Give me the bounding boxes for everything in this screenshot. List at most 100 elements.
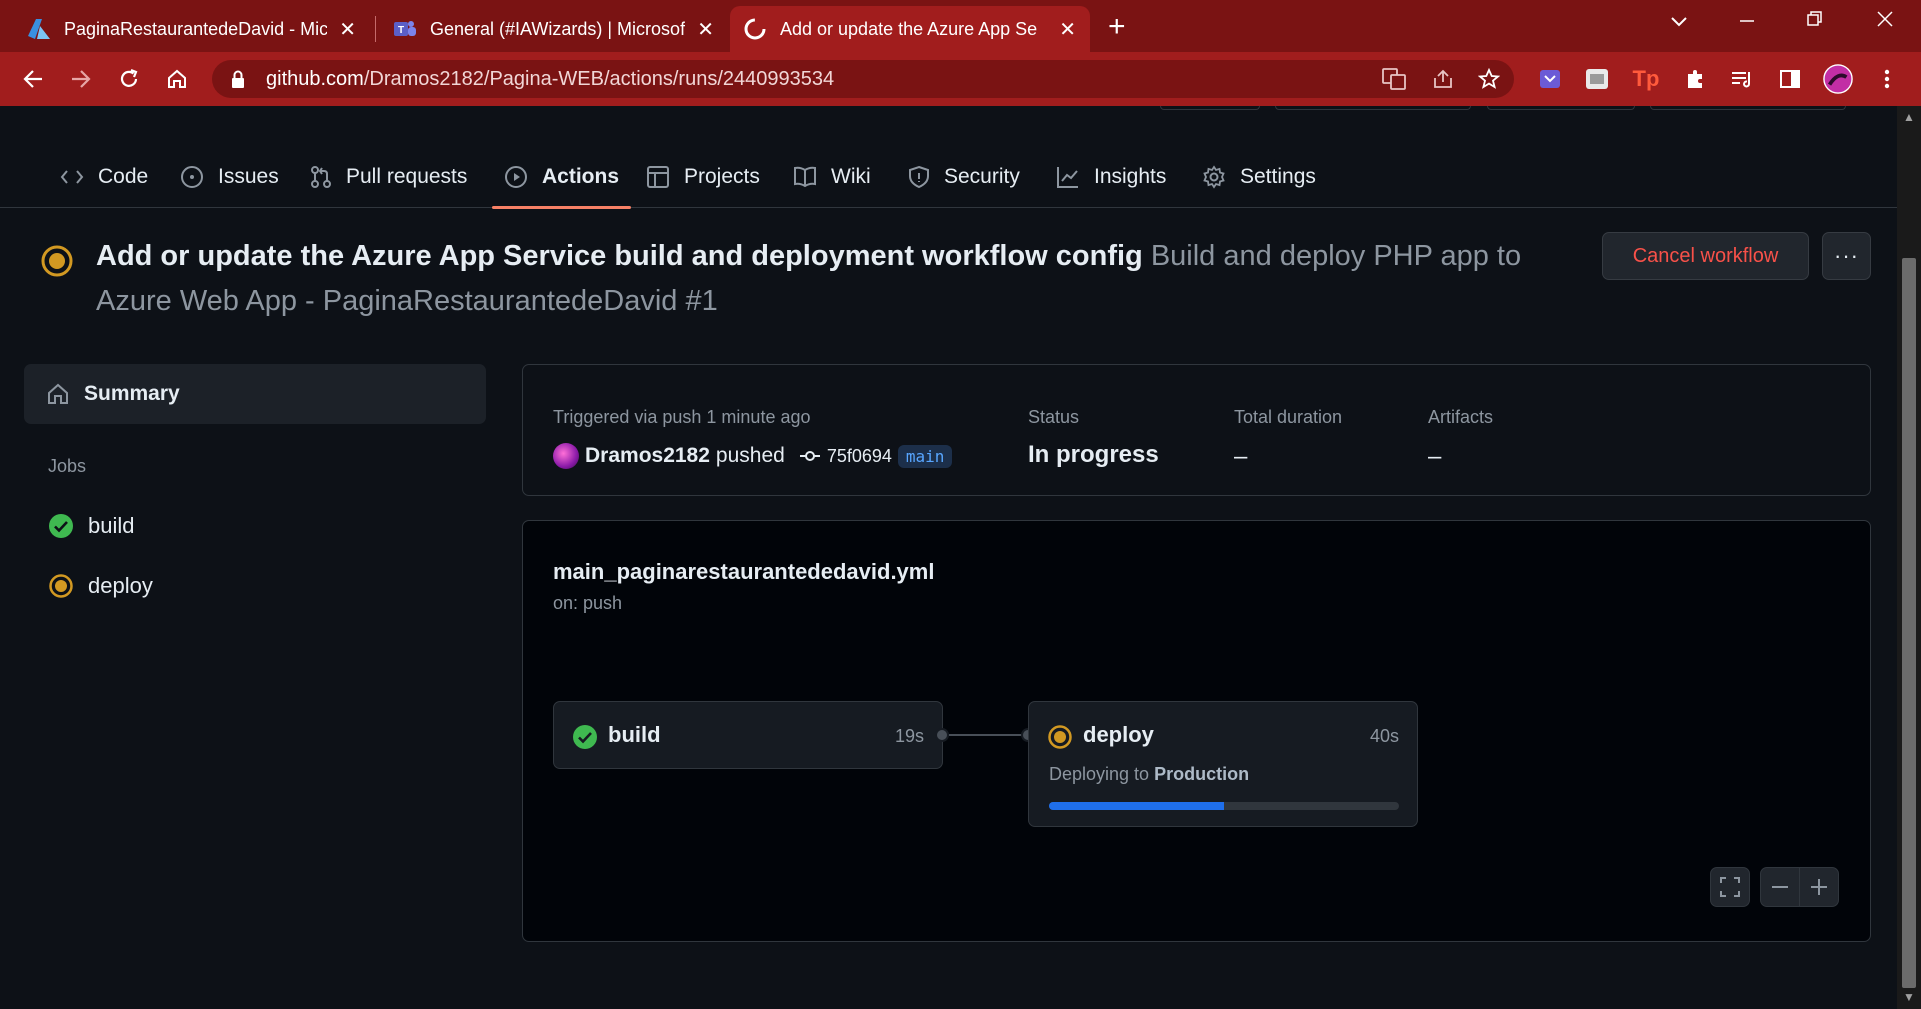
status-label: Status bbox=[1028, 407, 1080, 427]
code-icon bbox=[60, 170, 84, 184]
tab-label: Projects bbox=[684, 165, 760, 188]
reload-icon[interactable] bbox=[112, 62, 146, 96]
side-panel-icon[interactable] bbox=[1775, 64, 1805, 94]
trigger-row: Dramos2182 pushed 75f0694 main bbox=[553, 443, 953, 469]
run-summary-box: Triggered via push 1 minute ago Dramos21… bbox=[522, 364, 1871, 496]
play-icon bbox=[505, 166, 527, 188]
minimize-icon[interactable] bbox=[1738, 8, 1756, 34]
tab-settings[interactable]: Settings bbox=[1202, 146, 1316, 208]
tab-security[interactable]: Security bbox=[908, 146, 1020, 208]
bookmark-star-icon[interactable] bbox=[1477, 67, 1501, 95]
scrollbar-thumb[interactable] bbox=[1902, 258, 1916, 988]
browser-tab-azure[interactable]: PaginaRestaurantedeDavid - Micr ✕ bbox=[14, 6, 370, 52]
tab-actions[interactable]: Actions bbox=[491, 146, 632, 209]
avatar[interactable] bbox=[553, 443, 579, 469]
forward-icon[interactable] bbox=[64, 62, 98, 96]
address-bar[interactable]: github.com/Dramos2182/Pagina-WEB/actions… bbox=[212, 60, 1514, 98]
browser-tab-strip: PaginaRestaurantedeDavid - Micr ✕ T Gene… bbox=[0, 0, 1921, 52]
share-icon[interactable] bbox=[1432, 68, 1454, 95]
sidebar-item-summary[interactable]: Summary bbox=[24, 364, 486, 424]
home-icon[interactable] bbox=[160, 62, 194, 96]
shield-icon bbox=[909, 165, 929, 189]
pocket-extension-icon[interactable] bbox=[1535, 64, 1565, 94]
job-card-deploy[interactable]: deploy 40s Deploying to Production bbox=[1028, 701, 1418, 827]
extension-icon[interactable] bbox=[1582, 64, 1612, 94]
header-remnant bbox=[1275, 106, 1471, 110]
status-value: In progress bbox=[1028, 441, 1159, 468]
jobs-heading: Jobs bbox=[48, 456, 87, 476]
tab-label: Settings bbox=[1240, 165, 1316, 188]
check-circle-icon bbox=[572, 724, 598, 755]
profile-avatar[interactable] bbox=[1823, 64, 1853, 94]
sidebar-job-deploy[interactable]: deploy bbox=[48, 566, 153, 606]
scroll-down-icon[interactable]: ▼ bbox=[1903, 990, 1915, 1004]
commit-sha: 75f0694 bbox=[826, 445, 892, 466]
new-tab-icon[interactable]: + bbox=[1108, 10, 1126, 44]
menu-kebab-icon[interactable] bbox=[1872, 64, 1902, 94]
tab-label: Pull requests bbox=[346, 165, 468, 188]
artifacts-value: – bbox=[1428, 443, 1442, 470]
job-card-build[interactable]: build 19s bbox=[553, 701, 943, 769]
close-icon[interactable]: ✕ bbox=[1059, 17, 1076, 42]
tab-title: General (#IAWizards) | Microsoft bbox=[430, 18, 686, 39]
branch-badge[interactable]: main bbox=[897, 444, 953, 468]
check-circle-icon bbox=[48, 513, 74, 539]
browser-toolbar: github.com/Dramos2182/Pagina-WEB/actions… bbox=[0, 52, 1921, 106]
cancel-workflow-button[interactable]: Cancel workflow bbox=[1602, 232, 1809, 280]
sidebar-job-build[interactable]: build bbox=[48, 506, 134, 546]
duration-label: Total duration bbox=[1234, 407, 1343, 427]
tp-extension-icon[interactable]: Tp bbox=[1631, 64, 1661, 94]
tab-label: Security bbox=[944, 165, 1020, 188]
browser-tab-teams[interactable]: T General (#IAWizards) | Microsoft ✕ bbox=[380, 6, 728, 52]
sidebar-item-label: Summary bbox=[84, 382, 180, 405]
media-queue-icon[interactable] bbox=[1727, 64, 1757, 94]
fullscreen-button[interactable] bbox=[1710, 867, 1750, 907]
in-progress-icon bbox=[48, 573, 74, 599]
translate-icon[interactable] bbox=[1382, 68, 1406, 95]
tab-label: Issues bbox=[218, 165, 279, 188]
in-progress-icon bbox=[1047, 724, 1073, 755]
deploy-environment: Deploying to Production bbox=[1049, 764, 1249, 785]
github-page: Code Issues Pull requests Actions Projec… bbox=[0, 106, 1897, 1009]
duration-value: – bbox=[1234, 443, 1248, 470]
in-progress-status-icon bbox=[40, 244, 74, 283]
close-icon[interactable]: ✕ bbox=[697, 17, 714, 42]
actor-link[interactable]: Dramos2182 bbox=[585, 444, 710, 468]
repo-nav: Code Issues Pull requests Actions Projec… bbox=[0, 146, 1897, 209]
puzzle-icon[interactable] bbox=[1680, 64, 1710, 94]
job-duration: 19s bbox=[894, 726, 924, 746]
graph-icon bbox=[1057, 167, 1078, 188]
tab-code[interactable]: Code bbox=[60, 146, 148, 208]
tab-wiki[interactable]: Wiki bbox=[793, 146, 871, 208]
chevron-down-icon[interactable] bbox=[1670, 8, 1688, 34]
window-close-icon[interactable] bbox=[1876, 8, 1894, 34]
browser-tab-github[interactable]: Add or update the Azure App Se ✕ bbox=[730, 6, 1090, 52]
trigger-label: Triggered via push 1 minute ago bbox=[553, 407, 811, 427]
zoom-out-button[interactable] bbox=[1760, 867, 1800, 907]
book-icon bbox=[794, 166, 816, 188]
teams-icon: T bbox=[394, 18, 416, 40]
artifacts-label: Artifacts bbox=[1428, 407, 1494, 427]
tab-insights[interactable]: Insights bbox=[1056, 146, 1166, 208]
restore-icon[interactable] bbox=[1806, 8, 1824, 34]
tab-projects[interactable]: Projects bbox=[646, 146, 760, 208]
workflow-trigger: on: push bbox=[553, 593, 623, 613]
tab-label: Actions bbox=[542, 165, 620, 188]
env-name[interactable]: Production bbox=[1154, 764, 1249, 784]
fullscreen-icon bbox=[1720, 877, 1740, 897]
vertical-scrollbar[interactable]: ▲ ▼ bbox=[1897, 106, 1921, 1009]
zoom-in-button[interactable] bbox=[1799, 867, 1839, 907]
deploy-progress-bar bbox=[1049, 802, 1399, 810]
back-icon[interactable] bbox=[16, 62, 50, 96]
tab-pull-requests[interactable]: Pull requests bbox=[310, 146, 467, 208]
scroll-up-icon[interactable]: ▲ bbox=[1903, 110, 1915, 124]
tab-issues[interactable]: Issues bbox=[180, 146, 279, 208]
svg-text:T: T bbox=[398, 25, 404, 36]
issue-icon bbox=[181, 166, 203, 188]
commit-link[interactable]: 75f0694 bbox=[799, 446, 892, 467]
more-options-button[interactable]: ··· bbox=[1822, 232, 1871, 280]
tab-label: Wiki bbox=[831, 165, 871, 188]
deploy-progress-fill bbox=[1049, 802, 1224, 810]
run-title: Add or update the Azure App Service buil… bbox=[96, 240, 1143, 272]
close-icon[interactable]: ✕ bbox=[339, 17, 356, 42]
